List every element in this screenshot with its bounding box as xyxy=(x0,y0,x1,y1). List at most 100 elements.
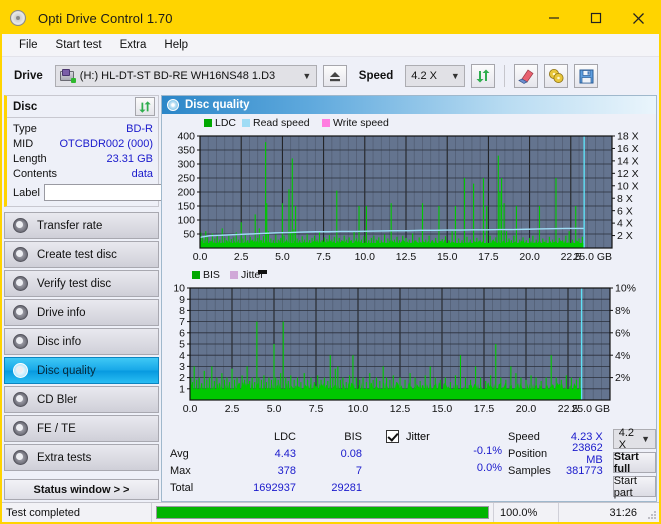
eject-button[interactable] xyxy=(322,65,347,87)
sidebar-item-transfer-rate[interactable]: Transfer rate xyxy=(4,212,159,239)
svg-text:17.5: 17.5 xyxy=(474,403,495,415)
bis-chart[interactable]: BIS Jitter 1 2 3 4 5 6 7 8 9 10 2% 4% 6% 8% 10% 0.0 2.5 5.0… xyxy=(162,266,656,418)
position-label: Position xyxy=(508,447,548,460)
svg-text:100: 100 xyxy=(177,215,195,227)
menu-file[interactable]: File xyxy=(10,36,47,54)
svg-text:0.0: 0.0 xyxy=(193,251,208,263)
disc-label-row: Label xyxy=(13,183,252,202)
sidebar-item-label: Verify test disc xyxy=(37,277,112,290)
menu-help[interactable]: Help xyxy=(155,36,197,54)
svg-text:2%: 2% xyxy=(615,372,630,384)
minimize-button[interactable] xyxy=(533,2,575,34)
svg-text:8 X: 8 X xyxy=(617,193,633,205)
speed-select[interactable]: 4.2 X ▼ xyxy=(405,65,466,87)
svg-text:18 X: 18 X xyxy=(617,131,639,143)
svg-text:7.5: 7.5 xyxy=(309,403,324,415)
svg-text:350: 350 xyxy=(177,145,195,157)
sidebar-item-label: Create test disc xyxy=(37,248,117,261)
jitter-header: Jitter xyxy=(386,428,502,445)
content-title: Disc quality xyxy=(185,99,250,111)
menu-bar: File Start test Extra Help xyxy=(2,34,659,57)
gold-disc-button[interactable] xyxy=(544,64,569,88)
status-bar: Test completed 100.0% 31:26 xyxy=(2,502,659,522)
disc-panel-header: Disc xyxy=(7,96,158,118)
resize-grip-icon[interactable] xyxy=(645,503,659,522)
svg-text:200: 200 xyxy=(177,187,195,199)
svg-text:20.0: 20.0 xyxy=(516,403,537,415)
svg-text:150: 150 xyxy=(177,201,195,213)
disc-length-value: 23.31 GB xyxy=(106,152,153,165)
disc-icon xyxy=(13,247,28,262)
sidebar-item-drive-info[interactable]: Drive info xyxy=(4,299,159,326)
position-row: Position 23862 MB xyxy=(508,442,607,466)
status-text: Test completed xyxy=(2,503,152,522)
progress-percent: 100.0% xyxy=(493,503,559,522)
sidebar-item-cd-bler[interactable]: CD Bler xyxy=(4,386,159,413)
table-row: Max 378 7 xyxy=(170,462,362,479)
maximize-button[interactable] xyxy=(575,2,617,34)
svg-text:12.5: 12.5 xyxy=(390,403,411,415)
svg-text:20.0: 20.0 xyxy=(519,251,540,263)
status-window-button[interactable]: Status window > > xyxy=(4,479,159,500)
sidebar-item-fe-te[interactable]: FE / TE xyxy=(4,415,159,442)
sidebar-item-disc-quality[interactable]: Disc quality xyxy=(4,357,159,384)
svg-text:2.5: 2.5 xyxy=(225,403,240,415)
toolbar: Drive (H:) HL-DT-ST BD-RE WH16NS48 1.D3 … xyxy=(2,57,659,95)
content-header: Disc quality xyxy=(162,96,656,114)
sidebar-item-label: Extra tests xyxy=(37,451,92,464)
svg-text:9: 9 xyxy=(179,294,185,306)
avg-bis-value: 0.08 xyxy=(340,447,362,460)
samples-label: Samples xyxy=(508,464,551,477)
test-speed-select[interactable]: 4.2 X ▼ xyxy=(612,427,656,451)
test-actions: 4.2 X ▼ Start full Start part xyxy=(612,427,656,501)
drive-icon xyxy=(59,69,76,83)
main-area: Disc Type BD-R MID OTCBDR002 (000) Lengt… xyxy=(2,95,659,502)
table-header-row: LDC BIS xyxy=(170,428,362,445)
jitter-checkbox[interactable] xyxy=(386,430,399,443)
disc-type-label: Type xyxy=(13,122,37,135)
svg-text:2: 2 xyxy=(179,372,185,384)
refresh-button[interactable] xyxy=(471,64,496,88)
svg-text:250: 250 xyxy=(177,173,195,185)
sidebar-item-disc-info[interactable]: Disc info xyxy=(4,328,159,355)
sidebar-item-extra-tests[interactable]: Extra tests xyxy=(4,444,159,471)
disc-type-value: BD-R xyxy=(126,122,153,135)
ldc-chart[interactable]: LDC Read speed Write speed 50 100 150 200 250 30… xyxy=(162,114,656,266)
svg-text:5: 5 xyxy=(179,339,185,351)
svg-text:10.0: 10.0 xyxy=(355,251,376,263)
sidebar-item-create-test-disc[interactable]: Create test disc xyxy=(4,241,159,268)
row-label-avg: Avg xyxy=(170,447,189,460)
disc-icon xyxy=(13,363,28,378)
drive-select[interactable]: (H:) HL-DT-ST BD-RE WH16NS48 1.D3 ▼ xyxy=(54,65,317,87)
svg-text:1: 1 xyxy=(179,383,185,395)
svg-text:0.0: 0.0 xyxy=(183,403,198,415)
start-full-button[interactable]: Start full xyxy=(612,451,656,475)
disc-contents-label: Contents xyxy=(13,167,58,180)
charts-area: LDC Read speed Write speed 50 100 150 200 250 30… xyxy=(162,114,656,425)
erase-button[interactable] xyxy=(514,64,539,88)
sidebar-item-label: FE / TE xyxy=(37,422,76,435)
close-button[interactable] xyxy=(617,2,659,34)
svg-text:12.5: 12.5 xyxy=(396,251,417,263)
drive-label: Drive xyxy=(14,70,43,82)
svg-text:10%: 10% xyxy=(615,283,636,295)
svg-text:10.0: 10.0 xyxy=(348,403,369,415)
speed-label: Speed xyxy=(508,430,540,443)
svg-text:400: 400 xyxy=(177,131,195,143)
sidebar-item-verify-test-disc[interactable]: Verify test disc xyxy=(4,270,159,297)
save-button[interactable] xyxy=(574,64,599,88)
error-stats-table: LDC BIS Avg 4.43 0.08 Max 378 7 Total 16… xyxy=(170,428,362,501)
window-title: Opti Drive Control 1.70 xyxy=(38,10,173,26)
svg-text:5.0: 5.0 xyxy=(267,403,282,415)
samples-value: 381773 xyxy=(566,464,603,477)
disc-quality-icon xyxy=(167,99,179,111)
chevron-down-icon: ▼ xyxy=(450,71,460,81)
elapsed-time: 31:26 xyxy=(609,506,637,519)
menu-extra[interactable]: Extra xyxy=(111,36,156,54)
speed-label: Speed xyxy=(358,70,394,82)
start-part-button[interactable]: Start part xyxy=(612,475,656,499)
menu-start-test[interactable]: Start test xyxy=(47,36,111,54)
total-ldc-value: 1692937 xyxy=(253,481,296,494)
disc-refresh-button[interactable] xyxy=(135,97,155,116)
